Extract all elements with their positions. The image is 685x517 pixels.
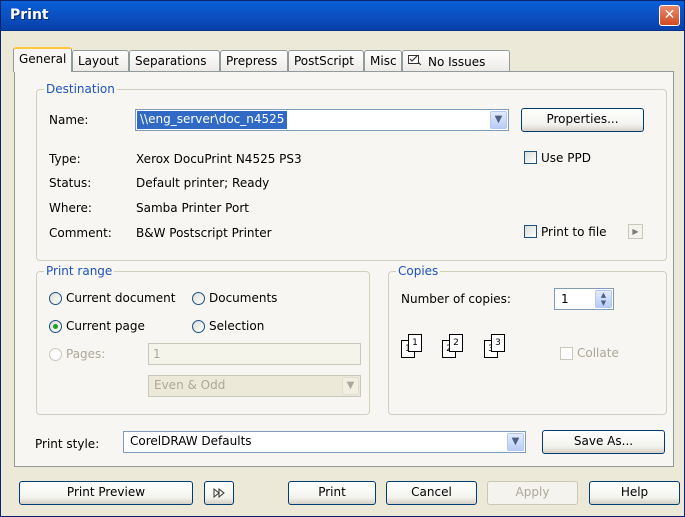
copies-spinner[interactable]: 1 ▲ ▼ — [554, 288, 614, 310]
printer-name-select[interactable]: \\eng_server\doc_n4525 ▼ — [135, 109, 509, 131]
pages-radio[interactable] — [49, 348, 62, 361]
cancel-button[interactable]: Cancel — [386, 481, 477, 505]
print-button[interactable]: Print — [288, 481, 376, 505]
page-icon: 3 — [491, 334, 505, 352]
checklist-icon — [408, 54, 422, 70]
pages-label: Pages: — [66, 347, 106, 361]
where-value: Samba Printer Port — [136, 201, 249, 215]
tab-separations[interactable]: Separations — [129, 50, 220, 71]
pages-input[interactable]: 1 — [148, 343, 361, 365]
collate-label: Collate — [577, 346, 619, 360]
print-style-select[interactable]: CorelDRAW Defaults ▼ — [123, 431, 526, 453]
print-range-group: Print range Current document Documents C… — [36, 264, 370, 415]
help-button[interactable]: Help — [589, 481, 680, 505]
tab-no-issues-label: No Issues — [428, 55, 486, 69]
title-bar[interactable]: Print ✕ — [1, 1, 684, 31]
status-label: Status: — [49, 176, 92, 190]
comment-label: Comment: — [49, 226, 112, 240]
print-range-title: Print range — [44, 264, 115, 278]
printer-name-value: \\eng_server\doc_n4525 — [137, 111, 288, 129]
print-dialog: Print ✕ General Layout Separations Prepr… — [0, 0, 685, 517]
properties-button[interactable]: Properties... — [521, 108, 644, 132]
selection-radio[interactable] — [192, 320, 205, 333]
spinner-arrows-icon[interactable]: ▲ ▼ — [595, 290, 612, 308]
name-label: Name: — [49, 113, 89, 127]
current-page-label: Current page — [66, 319, 145, 333]
page-icon: 1 — [408, 334, 422, 352]
page-icon: 2 — [449, 334, 463, 352]
even-odd-select[interactable]: Even & Odd ▼ — [148, 375, 361, 397]
selection-label: Selection — [209, 319, 265, 333]
chevron-down-icon: ▼ — [507, 433, 524, 451]
tab-general[interactable]: General — [13, 47, 72, 72]
general-panel: Destination Name: \\eng_server\doc_n4525… — [14, 71, 674, 467]
current-document-label: Current document — [66, 291, 176, 305]
tab-no-issues[interactable]: No Issues — [402, 50, 510, 71]
documents-radio[interactable] — [192, 292, 205, 305]
copies-value: 1 — [561, 292, 569, 306]
type-label: Type: — [49, 152, 81, 166]
even-odd-value: Even & Odd — [154, 378, 226, 392]
tab-misc[interactable]: Misc — [364, 50, 402, 71]
arrow-right-icon[interactable]: ▶ — [628, 224, 643, 239]
print-style-value: CorelDRAW Defaults — [130, 434, 252, 448]
tab-postscript[interactable]: PostScript — [288, 50, 364, 71]
documents-label: Documents — [209, 291, 278, 305]
comment-value: B&W Postscript Printer — [136, 226, 272, 240]
copies-group: Copies Number of copies: 1 ▲▼ 1 1 2 2 3 … — [388, 264, 667, 415]
tab-prepress[interactable]: Prepress — [220, 50, 288, 71]
print-style-label: Print style: — [35, 437, 100, 451]
print-to-file-label: Print to file — [541, 225, 607, 239]
fast-forward-icon[interactable] — [204, 481, 234, 505]
close-button[interactable]: ✕ — [659, 5, 680, 26]
destination-title: Destination — [44, 82, 117, 96]
chevron-down-icon: ▼ — [490, 111, 507, 129]
tab-layout[interactable]: Layout — [72, 50, 129, 71]
chevron-down-icon: ▼ — [342, 377, 359, 395]
current-page-radio[interactable] — [49, 320, 62, 333]
copies-title: Copies — [396, 264, 441, 278]
window-title: Print — [10, 7, 49, 23]
collate-checkbox[interactable] — [560, 347, 573, 360]
use-ppd-label: Use PPD — [541, 151, 591, 165]
print-to-file-checkbox[interactable] — [524, 225, 537, 238]
current-document-radio[interactable] — [49, 292, 62, 305]
where-label: Where: — [49, 201, 92, 215]
status-value: Default printer; Ready — [136, 176, 270, 190]
save-as-button[interactable]: Save As... — [542, 430, 665, 454]
apply-button[interactable]: Apply — [487, 481, 578, 505]
number-of-copies-label: Number of copies: — [401, 292, 511, 306]
print-preview-button[interactable]: Print Preview — [19, 481, 193, 505]
destination-group: Destination Name: \\eng_server\doc_n4525… — [36, 82, 667, 261]
use-ppd-checkbox[interactable] — [524, 151, 537, 164]
type-value: Xerox DocuPrint N4525 PS3 — [136, 152, 302, 166]
